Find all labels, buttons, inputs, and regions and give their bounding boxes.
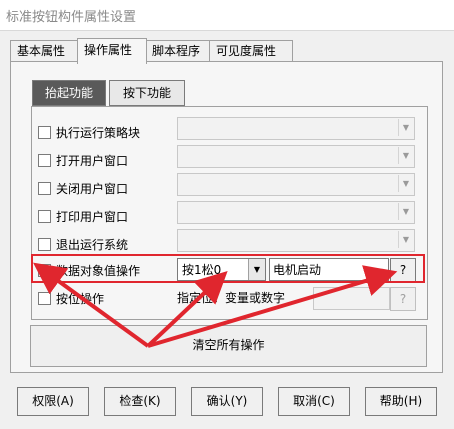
subtab-release[interactable]: 抬起功能	[32, 80, 106, 106]
check-button[interactable]: 检查(K)	[104, 387, 176, 416]
chevron-down-icon: ▼	[398, 119, 413, 136]
chevron-down-icon: ▼	[398, 175, 413, 192]
help-button[interactable]: 帮助(H)	[365, 387, 437, 416]
subtab-press[interactable]: 按下功能	[109, 80, 185, 106]
data-object-picker-button[interactable]: ?	[390, 258, 416, 282]
action-checkbox[interactable]	[38, 238, 51, 251]
data-object-value: 电机启动	[273, 263, 322, 277]
bit-op-picker-button[interactable]: ?	[390, 287, 416, 311]
action-checkbox[interactable]	[38, 210, 51, 223]
action-checkbox[interactable]	[38, 154, 51, 167]
action-label: 退出运行系统	[56, 238, 129, 252]
chevron-down-icon: ▼	[398, 203, 413, 220]
strategy-dropdown[interactable]: ▼	[177, 117, 415, 140]
bit-op-checkbox[interactable]	[38, 292, 51, 305]
tab-basic[interactable]: 基本属性	[10, 40, 80, 62]
open-window-dropdown[interactable]: ▼	[177, 145, 415, 168]
action-label: 关闭用户窗口	[56, 182, 129, 196]
action-checkbox[interactable]	[38, 182, 51, 195]
dialog-window: 标准按钮构件属性设置 基本属性 操作属性 脚本程序 可见度属性 抬起功能 按下功…	[0, 0, 454, 429]
data-op-checkbox[interactable]: ✔	[38, 264, 51, 277]
bit-op-input[interactable]	[313, 287, 390, 310]
data-op-mode-select[interactable]: 按1松0 ▼	[177, 258, 266, 281]
action-checkbox[interactable]	[38, 126, 51, 139]
chevron-down-icon: ▼	[398, 147, 413, 164]
chevron-down-icon: ▼	[398, 231, 413, 248]
title-bar: 标准按钮构件属性设置	[0, 0, 454, 31]
close-window-dropdown[interactable]: ▼	[177, 173, 415, 196]
data-object-input[interactable]: 电机启动	[269, 258, 389, 281]
data-op-mode-value: 按1松0	[182, 263, 222, 277]
bit-op-hint: 指定位：变量或数字	[177, 291, 286, 305]
tab-operation[interactable]: 操作属性	[77, 38, 147, 64]
clear-all-button[interactable]: 清空所有操作	[30, 325, 427, 367]
action-label: 打开用户窗口	[56, 154, 129, 168]
window-title: 标准按钮构件属性设置	[6, 10, 137, 25]
bit-op-label: 按位操作	[56, 292, 105, 306]
tab-visibility[interactable]: 可见度属性	[209, 40, 293, 62]
cancel-button[interactable]: 取消(C)	[278, 387, 350, 416]
data-op-label: 数据对象值操作	[56, 264, 141, 278]
tab-script[interactable]: 脚本程序	[145, 40, 215, 62]
exit-system-dropdown[interactable]: ▼	[177, 229, 415, 252]
action-label: 执行运行策略块	[56, 126, 141, 140]
action-label: 打印用户窗口	[56, 210, 129, 224]
permission-button[interactable]: 权限(A)	[17, 387, 89, 416]
print-window-dropdown[interactable]: ▼	[177, 201, 415, 224]
confirm-button[interactable]: 确认(Y)	[191, 387, 263, 416]
chevron-down-icon: ▼	[248, 259, 265, 280]
